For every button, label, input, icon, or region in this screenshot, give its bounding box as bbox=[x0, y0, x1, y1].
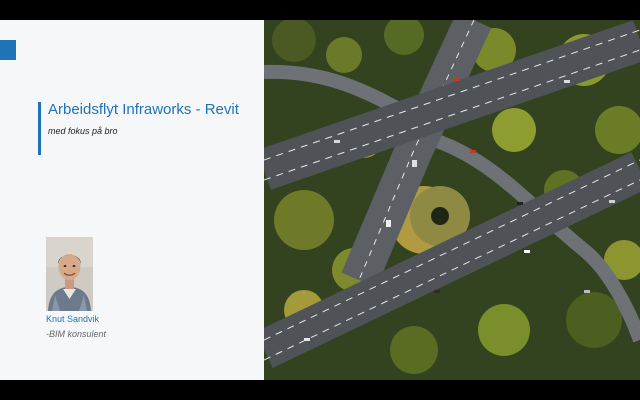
presenter-role: -BIM konsulent bbox=[46, 329, 107, 339]
slide-left-panel: Arbeidsflyt Infraworks - Revit med fokus… bbox=[0, 20, 264, 380]
highway-interchange-image bbox=[264, 20, 640, 380]
title-slide: Arbeidsflyt Infraworks - Revit med fokus… bbox=[0, 20, 640, 380]
person-portrait-icon bbox=[46, 237, 93, 311]
title-accent-bar bbox=[38, 102, 41, 155]
presenter-photo bbox=[46, 237, 93, 311]
corner-mark-icon bbox=[0, 40, 16, 60]
slide-subtitle: med fokus på bro bbox=[48, 126, 118, 136]
highway-interchange-aerial-icon bbox=[264, 20, 640, 380]
presentation-window: Arbeidsflyt Infraworks - Revit med fokus… bbox=[0, 0, 640, 400]
slide-title: Arbeidsflyt Infraworks - Revit bbox=[48, 101, 239, 118]
presenter-name: Knut Sandvik bbox=[46, 314, 100, 324]
